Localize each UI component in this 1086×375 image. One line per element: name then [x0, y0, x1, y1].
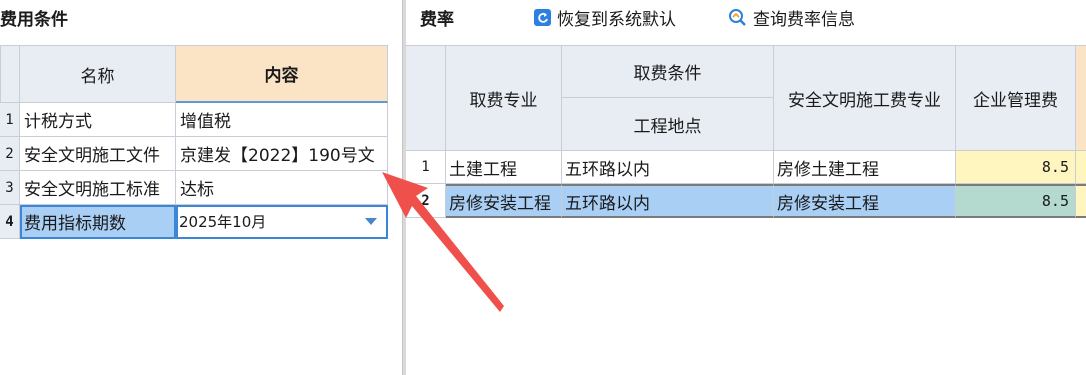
- query-rate-info-label: 查询费率信息: [753, 10, 855, 30]
- column-header-project-location[interactable]: 工程地点: [562, 98, 774, 151]
- condition-name-cell-selected[interactable]: 费用指标期数: [20, 205, 176, 239]
- condition-value-cell[interactable]: 达标: [176, 171, 388, 205]
- period-dropdown-value: 2025年10月: [179, 213, 267, 231]
- row-number: 3: [0, 171, 20, 205]
- column-header-safety-major[interactable]: 安全文明施工费专业: [774, 45, 956, 151]
- row-number-header: [0, 45, 20, 103]
- panel-title-fee-rates: 费率: [420, 10, 454, 30]
- period-dropdown[interactable]: 2025年10月: [176, 205, 388, 239]
- panel-title-fee-conditions: 费用条件: [0, 10, 68, 30]
- search-icon: [728, 8, 747, 27]
- condition-value-cell[interactable]: 增值税: [176, 103, 388, 137]
- column-header-partial: [1076, 45, 1086, 151]
- column-header-content[interactable]: 内容: [176, 45, 388, 103]
- restore-default-label: 恢复到系统默认: [557, 10, 676, 30]
- location-cell[interactable]: 五环路以内: [562, 151, 774, 184]
- partial-cell: [1076, 151, 1086, 184]
- query-rate-info-button[interactable]: 查询费率信息: [728, 5, 855, 30]
- condition-name-cell[interactable]: 安全文明施工文件: [20, 137, 176, 171]
- column-header-name[interactable]: 名称: [20, 45, 176, 103]
- condition-name-cell[interactable]: 安全文明施工标准: [20, 171, 176, 205]
- condition-value-cell[interactable]: 京建发【2022】190号文: [176, 137, 388, 171]
- safety-major-cell[interactable]: 房修土建工程: [774, 151, 956, 184]
- row-number: 2: [0, 137, 20, 171]
- restore-default-button[interactable]: 恢复到系统默认: [534, 5, 676, 30]
- row-number: 4: [0, 205, 20, 239]
- column-header-management-fee[interactable]: 企业管理费: [956, 45, 1076, 151]
- safety-major-cell-selected[interactable]: 房修安装工程: [774, 184, 956, 218]
- management-fee-cell-selected[interactable]: 8.5: [956, 184, 1076, 218]
- fee-conditions-table: 名称 内容 1 计税方式 增值税 2 安全文明施工文件 京建发【2022】190…: [0, 45, 402, 245]
- row-number: 1: [0, 103, 20, 137]
- annotation-arrow-icon: [382, 172, 504, 312]
- column-header-fee-condition: 取费条件: [562, 45, 774, 98]
- row-number-header: [406, 45, 446, 151]
- management-fee-cell[interactable]: 8.5: [956, 151, 1076, 184]
- partial-cell: [1076, 184, 1086, 218]
- column-header-fee-major[interactable]: 取费专业: [446, 45, 562, 151]
- condition-name-cell[interactable]: 计税方式: [20, 103, 176, 137]
- restore-icon: [534, 9, 551, 26]
- location-cell-selected[interactable]: 五环路以内: [562, 184, 774, 218]
